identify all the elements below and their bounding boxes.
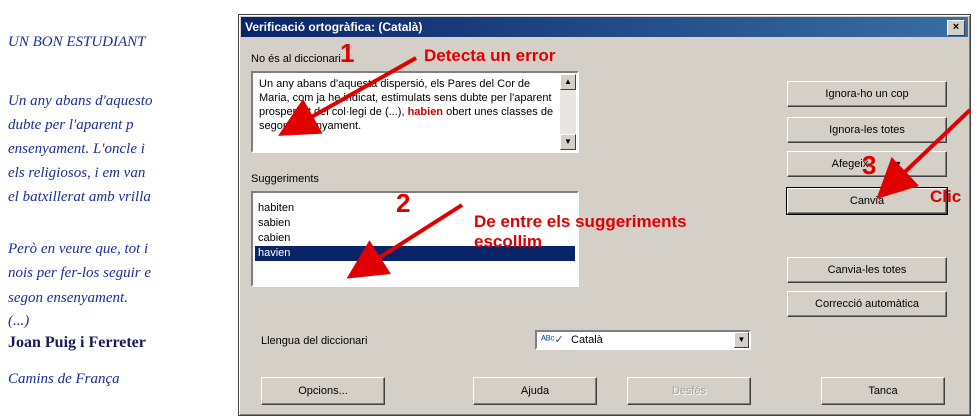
- annotation-number-3: 3: [862, 150, 877, 180]
- arrow-2: [346, 203, 464, 279]
- arrow-3: [876, 108, 972, 200]
- annotation-click: Clic: [930, 187, 962, 206]
- annotation-number-1: 1: [340, 38, 355, 68]
- annotation-number-2: 2: [396, 188, 411, 218]
- annotation-suggestions-line1: De entre els suggeriments: [474, 212, 687, 231]
- annotation-detect-error: Detecta un error: [424, 46, 556, 65]
- annotation-suggestions-line2: escollim: [474, 232, 543, 251]
